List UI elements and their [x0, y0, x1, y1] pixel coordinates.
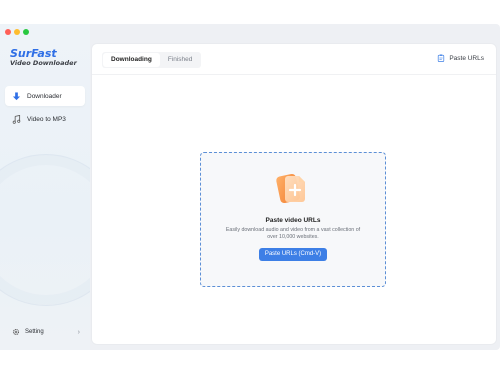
- sidebar-decoration: [0, 154, 90, 306]
- app-logo: SurFast Video Downloader: [10, 48, 77, 68]
- main-panel: Downloading Finished Paste URLs Paste vi…: [92, 44, 496, 344]
- minimize-window-button[interactable]: [14, 29, 20, 35]
- music-note-icon: [11, 114, 21, 124]
- sidebar-item-video-to-mp3[interactable]: Video to MP3: [5, 109, 85, 129]
- sidebar-item-downloader[interactable]: Downloader: [5, 86, 85, 106]
- tab-bar: Downloading Finished: [102, 52, 202, 68]
- paste-illustration-icon: [273, 167, 313, 207]
- window-controls: [5, 29, 29, 35]
- app-window: SurFast Video Downloader Downloader Vide…: [0, 24, 500, 350]
- brand-subtitle: Video Downloader: [10, 59, 77, 67]
- tab-downloading[interactable]: Downloading: [103, 53, 160, 67]
- setting-label: Setting: [25, 329, 44, 335]
- tab-finished[interactable]: Finished: [160, 53, 201, 67]
- setting-item[interactable]: Setting ›: [12, 328, 80, 336]
- dropzone-description: Easily download audio and video from a v…: [225, 227, 361, 240]
- header-divider: [92, 74, 496, 75]
- close-window-button[interactable]: [5, 29, 11, 35]
- chevron-right-icon: ›: [77, 328, 80, 336]
- paste-urls-cmd-v-button[interactable]: Paste URLs (Cmd-V): [259, 248, 327, 261]
- paste-dropzone[interactable]: Paste video URLs Easily download audio a…: [200, 152, 386, 287]
- maximize-window-button[interactable]: [23, 29, 29, 35]
- brand-title: SurFast: [10, 47, 57, 60]
- paste-urls-label: Paste URLs: [449, 54, 484, 62]
- sidebar-item-label: Downloader: [27, 92, 62, 100]
- paste-urls-button[interactable]: Paste URLs: [437, 54, 484, 62]
- dropzone-title: Paste video URLs: [265, 217, 321, 224]
- clipboard-icon: [437, 54, 445, 62]
- sidebar-item-label: Video to MP3: [27, 115, 66, 123]
- sidebar: SurFast Video Downloader Downloader Vide…: [0, 24, 90, 350]
- gear-icon: [12, 328, 20, 336]
- download-icon: [11, 91, 21, 101]
